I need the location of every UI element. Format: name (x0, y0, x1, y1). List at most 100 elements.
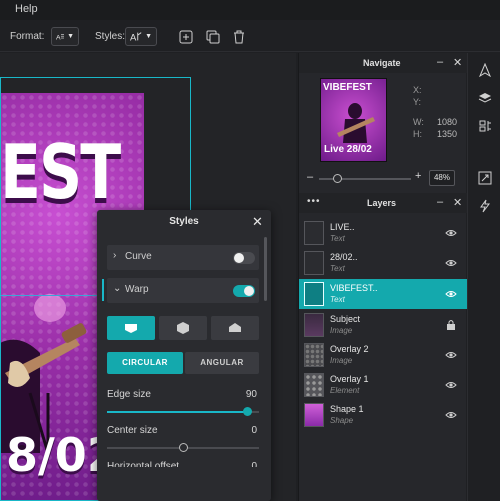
circular-mode-button[interactable]: CIRCULAR (107, 352, 183, 374)
center-size-label: Center size (107, 425, 158, 436)
layer-name: LIVE.. (330, 222, 355, 232)
bulge-shape-icon (177, 322, 189, 334)
layer-thumbnail (304, 251, 324, 275)
add-icon[interactable] (179, 30, 193, 44)
tool-icon-strip (467, 53, 500, 501)
layer-type: Text (330, 264, 345, 273)
layer-row[interactable]: Subject Image (299, 310, 467, 340)
x-label: X: (413, 85, 422, 95)
warp-row[interactable]: ⌄ Warp (107, 278, 259, 303)
warp-shape-pinch-button[interactable] (107, 316, 155, 340)
eye-icon[interactable] (445, 227, 457, 239)
toolbar: Format: A ▼ Styles: A ▼ (0, 20, 500, 52)
design-editor-window: Help Format: A ▼ Styles: A ▼ EST 8/02 St… (0, 0, 500, 501)
styles-label: Styles: (95, 31, 126, 42)
trash-icon[interactable] (232, 30, 246, 44)
thumbnail-figure (337, 103, 375, 143)
right-sidebar: Navigate – ✕ VIBEFEST Live 28/02 X: Y: W… (298, 53, 467, 501)
arch-shape-icon (229, 323, 241, 332)
layer-type: Image (330, 356, 353, 365)
eye-icon[interactable] (445, 257, 457, 269)
layer-thumbnail (304, 221, 324, 245)
edge-size-label: Edge size (107, 389, 151, 400)
chevron-down-icon: ⌄ (113, 283, 122, 294)
svg-text:A: A (56, 34, 61, 41)
pinch-shape-icon (125, 324, 137, 333)
thumbnail-date: Live 28/02 (324, 144, 372, 155)
navigate-panel-header: Navigate – ✕ (299, 53, 467, 73)
warp-shape-bulge-button[interactable] (159, 316, 207, 340)
layer-name: 28/02.. (330, 252, 358, 262)
format-dropdown[interactable]: A ▼ (51, 27, 79, 46)
close-icon[interactable]: ✕ (453, 56, 462, 69)
zoom-in-button[interactable]: + (415, 170, 421, 182)
horizontal-offset-value: 0 (251, 461, 257, 467)
duplicate-icon[interactable] (206, 30, 220, 44)
layer-row[interactable]: Shape 1 Shape (299, 400, 467, 430)
zoom-input[interactable]: 48% (429, 170, 455, 186)
center-size-handle[interactable] (179, 443, 188, 452)
more-options-icon[interactable]: ••• (307, 196, 321, 207)
layer-row[interactable]: 28/02.. Text (299, 248, 467, 278)
horizontal-offset-label: Horizontal offset (107, 461, 180, 467)
edge-size-handle[interactable] (243, 407, 252, 416)
lock-icon[interactable] (445, 319, 457, 331)
resize-icon[interactable] (478, 171, 492, 185)
angular-mode-button[interactable]: ANGULAR (185, 352, 259, 374)
chevron-right-icon: › (113, 250, 117, 261)
navigate-icon[interactable] (478, 63, 492, 77)
zoom-handle[interactable] (333, 174, 342, 183)
styles-dropdown[interactable]: A ▼ (125, 27, 157, 46)
layer-type: Shape (330, 416, 354, 425)
chevron-down-icon: ▼ (67, 33, 74, 40)
text-align-icon: A (56, 34, 65, 41)
w-value: 1080 (436, 117, 457, 127)
navigate-thumbnail[interactable]: VIBEFEST Live 28/02 (320, 78, 387, 162)
layer-row[interactable]: LIVE.. Text (299, 218, 467, 248)
eye-icon[interactable] (445, 409, 457, 421)
layers-icon[interactable] (478, 91, 492, 105)
layer-type: Image (330, 326, 353, 335)
menu-help[interactable]: Help (15, 3, 38, 15)
h-label: H: (413, 129, 422, 139)
edge-size-value: 90 (245, 389, 257, 400)
layer-row-selected[interactable]: VIBEFEST.. Text (299, 279, 467, 309)
thumbnail-title: VIBEFEST (323, 82, 372, 93)
eye-icon[interactable] (445, 288, 457, 300)
edge-size-fill (107, 411, 247, 413)
eye-icon[interactable] (445, 379, 457, 391)
layer-name: Shape 1 (330, 404, 364, 414)
layers-title: Layers (367, 198, 397, 208)
layers-panel-header: ••• Layers – ✕ (299, 193, 467, 213)
styles-panel-title: Styles (169, 216, 199, 227)
layer-thumbnail (304, 313, 324, 337)
svg-text:A: A (130, 32, 137, 42)
layer-type: Text (330, 234, 345, 243)
layer-thumbnail (304, 373, 324, 397)
guide-line (0, 295, 100, 296)
edge-size-slider[interactable] (107, 411, 259, 413)
layer-name: Overlay 2 (330, 344, 369, 354)
minimize-icon[interactable]: – (437, 56, 443, 68)
curve-toggle[interactable] (233, 252, 255, 264)
eye-icon[interactable] (445, 349, 457, 361)
layer-type: Element (330, 386, 360, 395)
zoom-out-button[interactable]: – (307, 171, 313, 183)
layer-type: Text (330, 295, 345, 304)
warp-shape-arch-button[interactable] (211, 316, 259, 340)
layer-thumbnail (304, 403, 324, 427)
close-icon[interactable]: ✕ (453, 196, 462, 209)
lightning-icon[interactable] (478, 199, 492, 213)
layer-thumbnail (304, 282, 324, 306)
curve-row[interactable]: › Curve (107, 245, 259, 270)
align-icon[interactable] (478, 119, 492, 133)
minimize-icon[interactable]: – (437, 196, 443, 208)
layer-row[interactable]: Overlay 1 Element (299, 370, 467, 400)
center-size-value: 0 (251, 425, 257, 436)
close-icon[interactable]: ✕ (252, 214, 263, 230)
layer-row[interactable]: Overlay 2 Image (299, 340, 467, 370)
warp-toggle[interactable] (233, 285, 255, 297)
curve-label: Curve (125, 251, 152, 262)
menu-bar: Help (0, 0, 500, 20)
scrollbar[interactable] (264, 237, 267, 301)
